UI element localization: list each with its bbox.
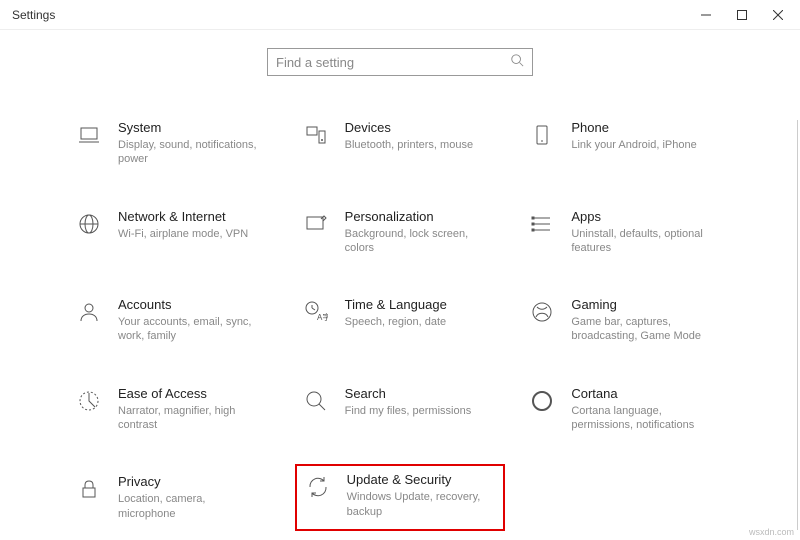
- tile-title: Ease of Access: [118, 386, 273, 401]
- tile-accounts[interactable]: Accounts Your accounts, email, sync, wor…: [70, 293, 277, 348]
- search-icon: [510, 53, 524, 72]
- cortana-icon: [527, 386, 557, 416]
- tile-desc: Link your Android, iPhone: [571, 138, 711, 152]
- tile-ease-of-access[interactable]: Ease of Access Narrator, magnifier, high…: [70, 382, 277, 437]
- tile-title: Update & Security: [347, 472, 498, 487]
- tile-privacy[interactable]: Privacy Location, camera, microphone: [70, 470, 277, 525]
- tile-desc: Bluetooth, printers, mouse: [345, 138, 485, 152]
- magnifier-icon: [301, 386, 331, 416]
- window-title: Settings: [12, 8, 55, 22]
- minimize-button[interactable]: [688, 1, 724, 29]
- tile-title: Devices: [345, 120, 500, 135]
- tile-desc: Windows Update, recovery, backup: [347, 490, 487, 519]
- devices-icon: [301, 120, 331, 150]
- close-button[interactable]: [760, 1, 796, 29]
- svg-text:A字: A字: [317, 312, 328, 322]
- tile-desc: Speech, region, date: [345, 315, 485, 329]
- maximize-button[interactable]: [724, 1, 760, 29]
- settings-grid: System Display, sound, notifications, po…: [70, 116, 730, 525]
- time-language-icon: A字: [301, 297, 331, 327]
- tile-desc: Wi-Fi, airplane mode, VPN: [118, 227, 258, 241]
- paint-icon: [301, 209, 331, 239]
- search-box[interactable]: [267, 48, 533, 76]
- tile-gaming[interactable]: Gaming Game bar, captures, broadcasting,…: [523, 293, 730, 348]
- tile-title: Network & Internet: [118, 209, 273, 224]
- tile-title: Personalization: [345, 209, 500, 224]
- tile-cortana[interactable]: Cortana Cortana language, permissions, n…: [523, 382, 730, 437]
- tile-desc: Background, lock screen, colors: [345, 227, 485, 256]
- ease-of-access-icon: [74, 386, 104, 416]
- laptop-icon: [74, 120, 104, 150]
- tile-update-security[interactable]: Update & Security Windows Update, recove…: [295, 464, 506, 531]
- titlebar: Settings: [0, 0, 800, 30]
- tile-desc: Uninstall, defaults, optional features: [571, 227, 711, 256]
- tile-system[interactable]: System Display, sound, notifications, po…: [70, 116, 277, 171]
- globe-icon: [74, 209, 104, 239]
- tile-time-language[interactable]: A字 Time & Language Speech, region, date: [297, 293, 504, 348]
- tile-title: Apps: [571, 209, 726, 224]
- tile-devices[interactable]: Devices Bluetooth, printers, mouse: [297, 116, 504, 171]
- lock-icon: [74, 474, 104, 504]
- sync-icon: [303, 472, 333, 502]
- tile-title: Gaming: [571, 297, 726, 312]
- scrollbar[interactable]: [797, 120, 798, 530]
- tile-title: Time & Language: [345, 297, 500, 312]
- xbox-icon: [527, 297, 557, 327]
- watermark: wsxdn.com: [749, 527, 794, 537]
- tile-phone[interactable]: Phone Link your Android, iPhone: [523, 116, 730, 171]
- tile-network[interactable]: Network & Internet Wi-Fi, airplane mode,…: [70, 205, 277, 260]
- tile-desc: Narrator, magnifier, high contrast: [118, 404, 258, 433]
- tile-title: System: [118, 120, 273, 135]
- tile-apps[interactable]: Apps Uninstall, defaults, optional featu…: [523, 205, 730, 260]
- tile-desc: Your accounts, email, sync, work, family: [118, 315, 258, 344]
- window-controls: [688, 1, 796, 29]
- person-icon: [74, 297, 104, 327]
- tile-title: Accounts: [118, 297, 273, 312]
- tile-search[interactable]: Search Find my files, permissions: [297, 382, 504, 437]
- tile-title: Cortana: [571, 386, 726, 401]
- tile-title: Phone: [571, 120, 726, 135]
- apps-icon: [527, 209, 557, 239]
- tile-personalization[interactable]: Personalization Background, lock screen,…: [297, 205, 504, 260]
- search-input[interactable]: [276, 55, 510, 70]
- tile-desc: Location, camera, microphone: [118, 492, 258, 521]
- tile-desc: Game bar, captures, broadcasting, Game M…: [571, 315, 711, 344]
- tile-title: Privacy: [118, 474, 273, 489]
- tile-desc: Display, sound, notifications, power: [118, 138, 258, 167]
- tile-title: Search: [345, 386, 500, 401]
- tile-desc: Cortana language, permissions, notificat…: [571, 404, 711, 433]
- phone-icon: [527, 120, 557, 150]
- tile-desc: Find my files, permissions: [345, 404, 485, 418]
- search-container: [0, 48, 800, 76]
